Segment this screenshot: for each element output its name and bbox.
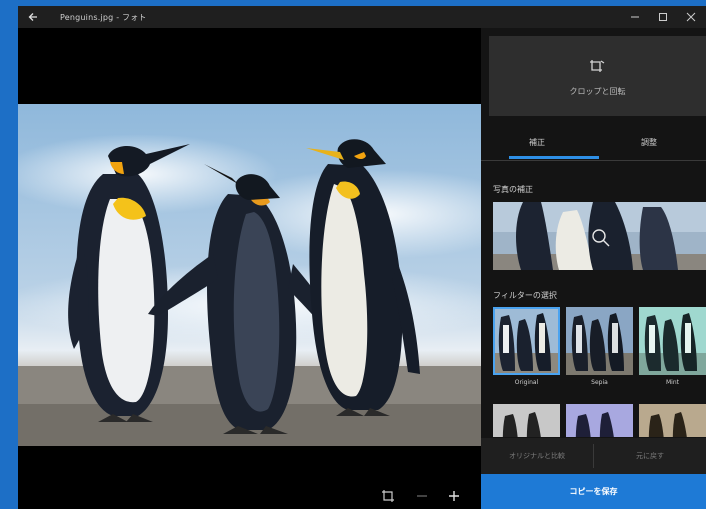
save-copy-button[interactable]: コピーを保存 — [481, 474, 706, 509]
edit-panel: クロップと回転 補正 調整 写真の補正 フィルターの選択 Original Se… — [481, 28, 706, 509]
filter-original[interactable] — [493, 307, 560, 375]
minus-icon — [417, 495, 427, 497]
enhance-preview — [493, 202, 706, 270]
photos-window: Penguins.jpg - フォト クロップと回転 補正 調整 写真の補正 フ… — [18, 6, 706, 509]
tab-enhance[interactable]: 補正 — [481, 126, 593, 160]
title-bar: Penguins.jpg - フォト — [18, 6, 706, 28]
crop-rotate-label: クロップと回転 — [569, 87, 626, 96]
close-button[interactable] — [678, 6, 704, 28]
filter-original-thumb — [493, 307, 560, 375]
enhance-heading: 写真の補正 — [493, 185, 533, 194]
tab-adjust[interactable]: 調整 — [593, 126, 705, 160]
compare-original-button[interactable]: オリジナルと比較 — [481, 438, 593, 474]
reset-button[interactable]: 元に戻す — [594, 438, 706, 474]
tabs-divider — [481, 160, 706, 161]
filter-mint-label: Mint — [666, 379, 679, 386]
filter-sepia-label: Sepia — [591, 379, 608, 386]
crop-rotate-button[interactable]: クロップと回転 — [489, 36, 706, 116]
minimize-button[interactable] — [622, 6, 648, 28]
maximize-icon — [659, 13, 667, 21]
filter-heading: フィルターの選択 — [493, 291, 557, 300]
filter-mint[interactable] — [639, 307, 706, 375]
filter-row2-3-thumb — [639, 404, 706, 437]
filter-row2-2[interactable] — [566, 404, 633, 437]
compare-reset-row: オリジナルと比較 元に戻す — [481, 438, 706, 474]
filter-original-label: Original — [514, 379, 539, 386]
filter-mint-thumb — [639, 307, 706, 375]
filter-row2-3[interactable] — [639, 404, 706, 437]
viewer-toolbar — [378, 486, 478, 506]
photo-viewer — [18, 28, 481, 509]
filter-grid — [493, 307, 706, 437]
zoom-in-button[interactable] — [444, 486, 464, 506]
crop-icon — [382, 490, 394, 502]
filter-sepia-thumb — [566, 307, 633, 375]
crop-tool-button[interactable] — [378, 486, 398, 506]
enhance-photo-button[interactable] — [493, 202, 706, 270]
photo-canvas[interactable] — [18, 104, 481, 446]
crop-rotate-icon — [590, 60, 605, 72]
minimize-icon — [631, 16, 639, 18]
window-title: Penguins.jpg - フォト — [60, 13, 147, 22]
filter-sepia[interactable] — [566, 307, 633, 375]
edit-tabs: 補正 調整 — [481, 126, 706, 161]
filter-row2-1[interactable] — [493, 404, 560, 437]
maximize-button[interactable] — [650, 6, 676, 28]
back-arrow-icon — [28, 13, 37, 21]
active-tab-indicator — [509, 156, 599, 159]
back-button[interactable] — [26, 9, 42, 25]
filter-row2-1-thumb — [493, 404, 560, 437]
zoom-out-button[interactable] — [412, 486, 432, 506]
penguins-photo — [18, 104, 481, 446]
close-icon — [686, 12, 696, 22]
filter-row2-2-thumb — [566, 404, 633, 437]
plus-icon — [449, 491, 459, 501]
